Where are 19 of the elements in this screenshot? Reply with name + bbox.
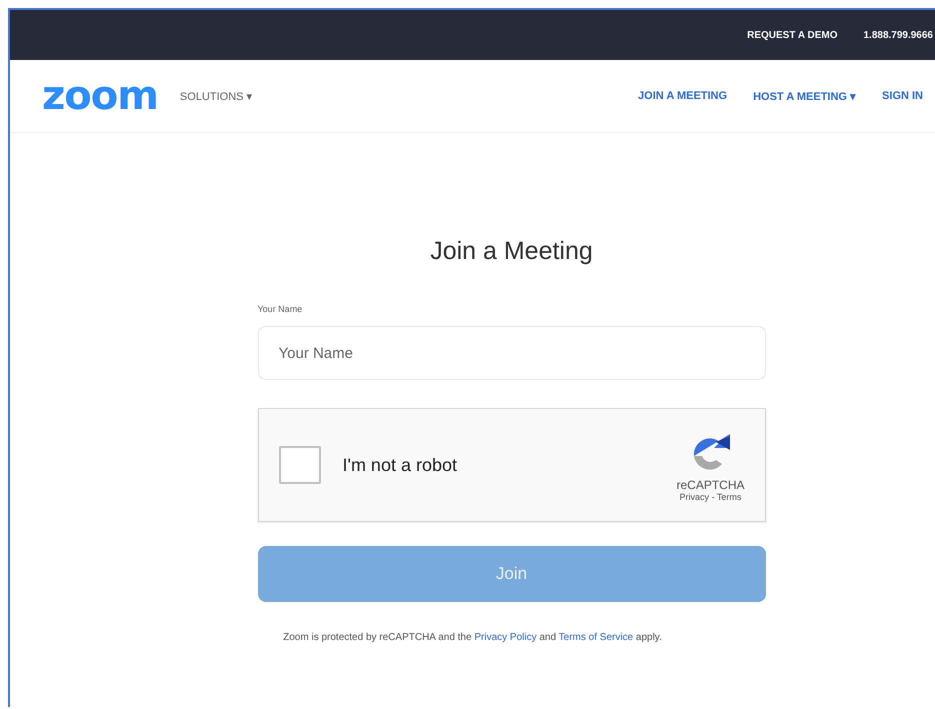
nav-link[interactable]: SIGN IN [882, 90, 923, 102]
top-bar-link[interactable]: 1.888.799.9666 [863, 30, 933, 40]
field-label: Your Name [258, 304, 304, 314]
nav-link[interactable]: HOST A MEETING ▾ [753, 90, 856, 102]
captcha-brand: reCAPTCHA [676, 478, 744, 492]
name-input-field[interactable]: Your Name [258, 326, 766, 380]
logo[interactable]: zoom [42, 76, 158, 116]
captcha-label: I'm not a robot [342, 454, 457, 476]
top-bar-link[interactable]: REQUEST A DEMO [747, 30, 838, 40]
separator: - [712, 492, 715, 502]
solutions-menu[interactable]: SOLUTIONS ▾ [180, 90, 253, 102]
page-title: Join a Meeting [430, 237, 593, 266]
footer-link[interactable]: Privacy Policy [474, 632, 537, 643]
terms-link[interactable]: Terms [716, 492, 742, 502]
nav-link[interactable]: JOIN A MEETING [638, 90, 728, 102]
recaptcha-notice: Zoom is protected by reCAPTCHA and the Privacy Policy and Terms of Service apply. [283, 632, 662, 643]
footer-link[interactable]: Terms of Service [558, 632, 634, 643]
captcha-checkbox[interactable] [278, 446, 320, 484]
privacy-link[interactable]: Privacy [680, 492, 710, 502]
